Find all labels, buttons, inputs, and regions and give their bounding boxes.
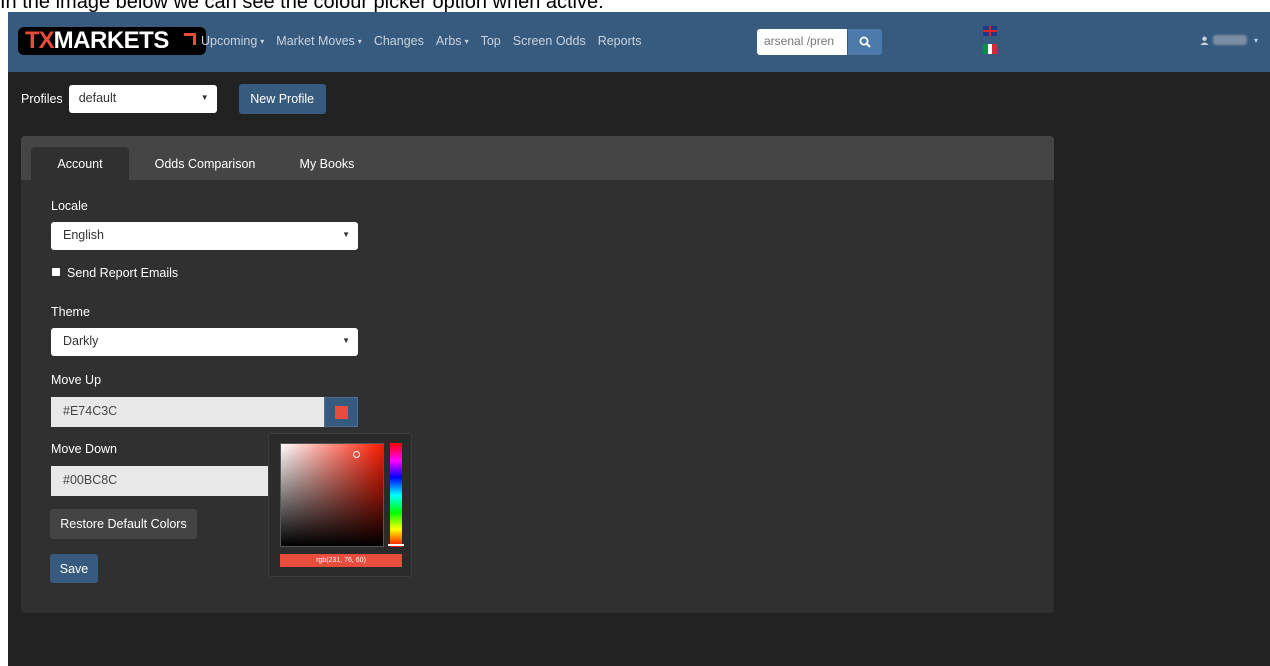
nav-menu: Upcoming ▾ Market Moves ▾ Changes Arbs ▾ To… bbox=[201, 34, 653, 48]
user-menu[interactable]: ▾ bbox=[1200, 35, 1258, 45]
select-arrow-icon: ▼ bbox=[200, 93, 209, 102]
nav-top-label: Top bbox=[480, 34, 501, 48]
nav-screen-odds[interactable]: Screen Odds bbox=[513, 34, 592, 48]
profiles-row: Profiles default ▼ New Profile bbox=[21, 84, 326, 114]
saturation-black-layer bbox=[281, 444, 383, 546]
move-up-color-input[interactable]: #E74C3C bbox=[51, 397, 324, 427]
locale-value: English bbox=[63, 228, 104, 242]
saturation-handle[interactable] bbox=[353, 451, 360, 458]
send-report-checkbox[interactable] bbox=[52, 268, 60, 276]
tab-bar: Account Odds Comparison My Books bbox=[21, 136, 1054, 180]
profiles-label: Profiles bbox=[21, 92, 63, 106]
italy-flag-icon[interactable] bbox=[983, 44, 998, 54]
nav-upcoming[interactable]: Upcoming ▾ bbox=[201, 34, 270, 48]
move-up-label: Move Up bbox=[51, 373, 102, 387]
picker-value-display: rgb(231, 76, 60) bbox=[280, 554, 402, 567]
search-icon bbox=[859, 36, 871, 48]
nav-arbs-label: Arbs bbox=[435, 34, 462, 48]
move-up-swatch bbox=[334, 405, 348, 419]
nav-upcoming-label: Upcoming bbox=[201, 34, 258, 48]
navbar: TX MARKETS Upcoming ▾ Market Moves ▾ Change… bbox=[8, 12, 1270, 72]
logo-markets: MARKETS bbox=[53, 27, 170, 54]
tab-account[interactable]: Account bbox=[31, 147, 129, 180]
uk-flag-icon[interactable] bbox=[983, 26, 997, 36]
caret-down-icon: ▾ bbox=[464, 37, 469, 47]
settings-panel: Account Odds Comparison My Books bbox=[21, 136, 1054, 613]
hue-slider[interactable] bbox=[390, 443, 402, 547]
nav-changes[interactable]: Changes bbox=[374, 34, 430, 48]
send-report-label: Send Report Emails bbox=[67, 266, 179, 280]
save-button[interactable]: Save bbox=[50, 554, 98, 583]
nav-market-moves[interactable]: Market Moves ▾ bbox=[276, 34, 368, 48]
caret-down-icon: ▾ bbox=[1253, 35, 1258, 45]
logo-mark-icon bbox=[184, 33, 196, 45]
restore-default-colors-button[interactable]: Restore Default Colors bbox=[50, 509, 197, 539]
select-arrow-icon: ▼ bbox=[342, 230, 350, 239]
caret-down-icon: ▾ bbox=[260, 37, 265, 47]
nav-top[interactable]: Top bbox=[481, 34, 507, 48]
profile-select[interactable]: default ▼ bbox=[68, 85, 217, 113]
tab-odds-comparison[interactable]: Odds Comparison bbox=[141, 147, 269, 180]
user-name bbox=[1212, 35, 1247, 45]
new-profile-button[interactable]: New Profile bbox=[238, 84, 326, 114]
move-down-color-input[interactable]: #00BC8C bbox=[51, 466, 270, 496]
tab-my-books[interactable]: My Books bbox=[285, 147, 369, 180]
hue-handle[interactable] bbox=[388, 544, 404, 546]
move-up-color-button[interactable] bbox=[324, 397, 358, 427]
profile-select-value: default bbox=[78, 91, 117, 105]
nav-reports[interactable]: Reports bbox=[598, 34, 648, 48]
caret-down-icon: ▾ bbox=[357, 37, 362, 47]
logo-tx: TX bbox=[25, 27, 55, 54]
search-button[interactable] bbox=[848, 29, 882, 55]
move-down-label: Move Down bbox=[51, 442, 117, 456]
saturation-area[interactable] bbox=[280, 443, 384, 547]
nav-changes-label: Changes bbox=[373, 34, 424, 48]
color-picker-popover: rgb(231, 76, 60) bbox=[268, 433, 412, 577]
nav-reports-label: Reports bbox=[597, 34, 642, 48]
theme-select[interactable]: Darkly ▼ bbox=[51, 328, 358, 356]
nav-arbs[interactable]: Arbs ▾ bbox=[436, 34, 475, 48]
app-window: TX MARKETS Upcoming ▾ Market Moves ▾ Change… bbox=[8, 12, 1270, 666]
search-input[interactable]: arsenal /pren bbox=[757, 29, 847, 55]
theme-label: Theme bbox=[51, 305, 90, 319]
logo[interactable]: TX MARKETS bbox=[18, 27, 206, 55]
theme-value: Darkly bbox=[63, 334, 99, 348]
select-arrow-icon: ▼ bbox=[342, 336, 350, 345]
page-caption: In the image below we can see the colour… bbox=[0, 0, 604, 13]
nav-screen-odds-label: Screen Odds bbox=[512, 34, 586, 48]
locale-label: Locale bbox=[51, 199, 88, 213]
nav-market-moves-label: Market Moves bbox=[276, 34, 355, 48]
user-icon bbox=[1200, 36, 1209, 45]
locale-select[interactable]: English ▼ bbox=[51, 222, 358, 250]
